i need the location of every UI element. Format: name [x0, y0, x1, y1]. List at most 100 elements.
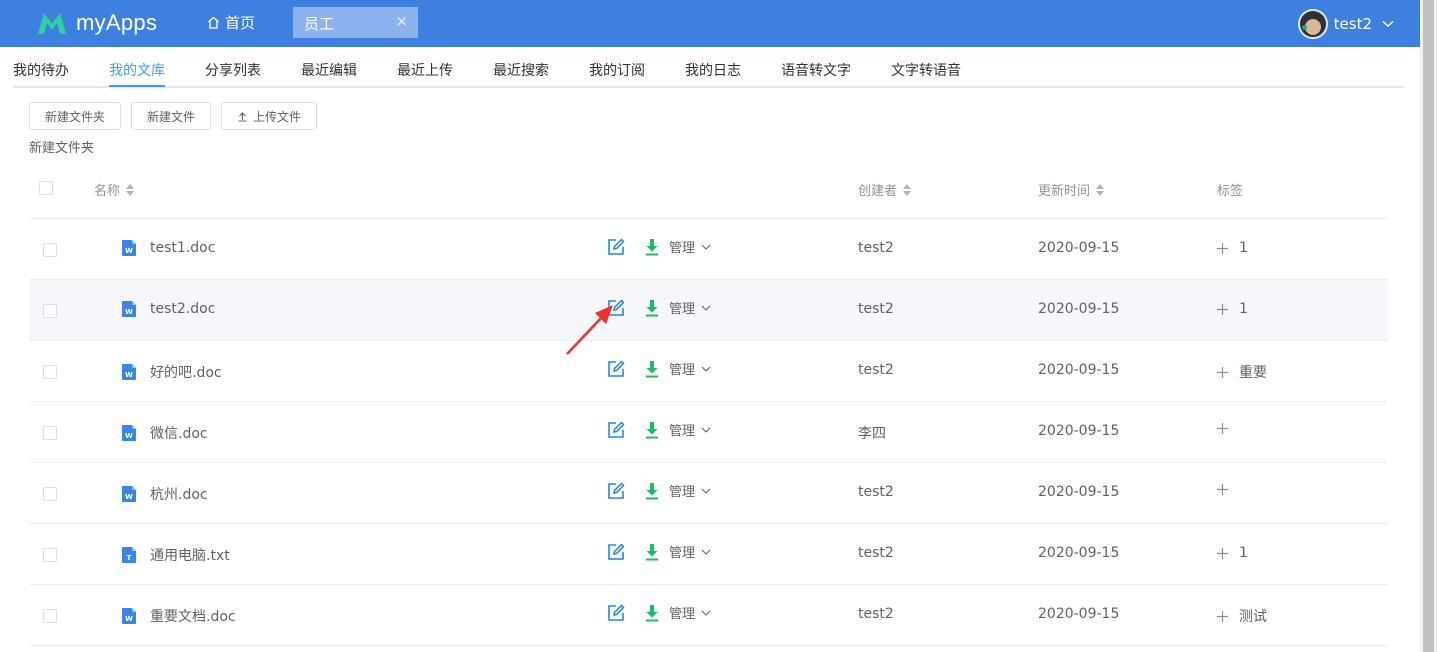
download-icon[interactable] — [645, 421, 659, 439]
upload-file-button[interactable]: 上传文件 — [221, 102, 317, 130]
table-row[interactable]: W 杭州.doc 管理 test2 2020-09-15 — [29, 463, 1388, 524]
column-updated-header[interactable]: 更新时间 — [1038, 180, 1105, 199]
home-label: 首页 — [225, 14, 256, 32]
tab-employee[interactable]: 员工 × — [293, 7, 418, 38]
sort-icon[interactable] — [126, 183, 135, 196]
tag-label: 测试 — [1239, 609, 1267, 625]
manage-dropdown[interactable]: 管理 — [669, 359, 711, 378]
add-tag-icon[interactable] — [1217, 423, 1228, 434]
row-actions: 管理 — [607, 298, 711, 317]
user-name: test2 — [1333, 15, 1372, 33]
table-row[interactable]: W 微信.doc 管理 李四 2020-09-15 — [29, 402, 1388, 463]
avatar[interactable] — [1297, 9, 1328, 39]
column-creator-header[interactable]: 创建者 — [858, 180, 912, 199]
tags-cell: 重要 — [1217, 362, 1267, 382]
row-checkbox[interactable] — [43, 487, 57, 501]
user-menu[interactable]: test2 — [1297, 9, 1394, 39]
subnav-divider — [13, 86, 1404, 88]
file-name-link[interactable]: T 通用电脑.txt — [122, 545, 230, 565]
row-actions: 管理 — [607, 420, 711, 439]
updated-cell: 2020-09-15 — [1038, 301, 1120, 317]
file-name-link[interactable]: Wtest1.doc — [122, 240, 215, 256]
download-icon[interactable] — [645, 360, 659, 378]
file-name-link[interactable]: W 重要文档.doc — [122, 606, 236, 626]
row-checkbox[interactable] — [43, 304, 57, 318]
tab-recent-uploads[interactable]: 最近上传 — [397, 60, 453, 80]
row-checkbox[interactable] — [43, 243, 57, 257]
updated-cell: 2020-09-15 — [1038, 484, 1120, 500]
app-logo[interactable]: myApps — [36, 8, 157, 38]
manage-dropdown[interactable]: 管理 — [669, 481, 711, 500]
add-tag-icon[interactable] — [1217, 610, 1228, 622]
tags-cell: 1 — [1217, 301, 1248, 317]
new-folder-button[interactable]: 新建文件夹 — [29, 102, 121, 130]
file-name-link[interactable]: W 微信.doc — [122, 423, 208, 443]
tab-text-to-speech[interactable]: 文字转语音 — [891, 60, 961, 80]
breadcrumb[interactable]: 新建文件夹 — [29, 137, 94, 156]
add-tag-icon[interactable] — [1217, 303, 1228, 315]
home-link[interactable]: 首页 — [207, 12, 255, 33]
row-checkbox[interactable] — [43, 426, 57, 440]
edit-icon[interactable] — [607, 603, 625, 622]
tag-label: 重要 — [1239, 365, 1267, 381]
select-all-checkbox[interactable] — [39, 181, 53, 195]
chevron-down-icon — [701, 244, 711, 250]
updated-cell: 2020-09-15 — [1038, 240, 1120, 256]
word-doc-icon: W — [122, 486, 136, 502]
add-tag-icon[interactable] — [1217, 242, 1228, 254]
row-checkbox[interactable] — [43, 609, 57, 623]
edit-icon[interactable] — [607, 420, 625, 439]
file-name-link[interactable]: Wtest2.doc — [122, 301, 215, 317]
table-row[interactable]: Wtest1.doc 管理 test2 2020-09-15 1 — [29, 219, 1388, 280]
download-icon[interactable] — [645, 604, 659, 622]
tab-recent-searches[interactable]: 最近搜索 — [493, 60, 549, 80]
manage-dropdown[interactable]: 管理 — [669, 237, 711, 256]
manage-dropdown[interactable]: 管理 — [669, 420, 711, 439]
row-checkbox[interactable] — [43, 365, 57, 379]
chevron-down-icon[interactable] — [1382, 20, 1394, 28]
tab-recent-edits[interactable]: 最近编辑 — [301, 60, 357, 80]
file-name-link[interactable]: W 好的吧.doc — [122, 362, 222, 382]
table-header: 名称 创建者 更新时间 标签 — [29, 157, 1388, 219]
vertical-scrollbar[interactable] — [1420, 0, 1437, 652]
table-row[interactable]: W 重要文档.doc 管理 test2 2020-09-15 测试 — [29, 585, 1388, 646]
column-name-header[interactable]: 名称 — [94, 180, 135, 199]
add-tag-icon[interactable] — [1217, 484, 1228, 495]
add-tag-icon[interactable] — [1217, 366, 1228, 378]
close-icon[interactable]: × — [395, 12, 408, 30]
edit-icon[interactable] — [607, 359, 625, 378]
tab-speech-to-text[interactable]: 语音转文字 — [781, 60, 851, 80]
manage-dropdown[interactable]: 管理 — [669, 298, 711, 317]
download-icon[interactable] — [645, 299, 659, 317]
edit-icon[interactable] — [607, 481, 625, 500]
download-icon[interactable] — [645, 543, 659, 561]
table-row[interactable]: W 好的吧.doc 管理 test2 2020-09-15 重要 — [29, 341, 1388, 402]
tab-my-library[interactable]: 我的文库 — [109, 60, 165, 80]
tab-my-subscriptions[interactable]: 我的订阅 — [589, 60, 645, 80]
tab-my-todo[interactable]: 我的待办 — [13, 60, 69, 80]
edit-icon[interactable] — [607, 237, 625, 256]
file-name-link[interactable]: W 杭州.doc — [122, 484, 208, 504]
file-name: 重要文档.doc — [150, 609, 236, 625]
manage-dropdown[interactable]: 管理 — [669, 542, 711, 561]
edit-icon[interactable] — [607, 542, 625, 561]
download-icon[interactable] — [645, 238, 659, 256]
manage-dropdown[interactable]: 管理 — [669, 603, 711, 622]
table-row[interactable]: T 通用电脑.txt 管理 test2 2020-09-15 1 — [29, 524, 1388, 585]
creator-cell: test2 — [858, 301, 894, 317]
sort-icon[interactable] — [1096, 183, 1105, 196]
new-file-button[interactable]: 新建文件 — [131, 102, 211, 130]
tab-my-logs[interactable]: 我的日志 — [685, 60, 741, 80]
tab-share-list[interactable]: 分享列表 — [205, 60, 261, 80]
table-row[interactable]: Wtest2.doc 管理 test2 2020-09-15 1 — [29, 280, 1388, 341]
upload-icon — [238, 111, 247, 122]
updated-cell: 2020-09-15 — [1038, 362, 1120, 378]
sort-icon[interactable] — [903, 183, 912, 196]
scroll-thumb[interactable] — [1423, 0, 1434, 652]
download-icon[interactable] — [645, 482, 659, 500]
updated-cell: 2020-09-15 — [1038, 423, 1120, 439]
chevron-down-icon — [701, 610, 711, 616]
add-tag-icon[interactable] — [1217, 547, 1228, 559]
row-actions: 管理 — [607, 542, 711, 561]
row-checkbox[interactable] — [43, 548, 57, 562]
